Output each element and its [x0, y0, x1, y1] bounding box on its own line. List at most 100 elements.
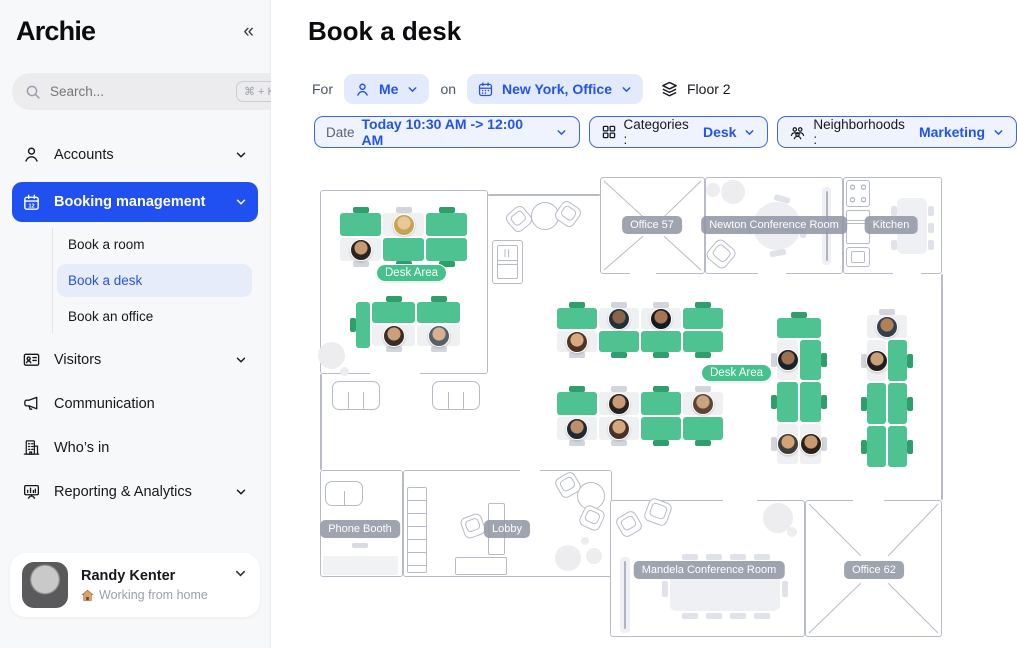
ghost-furniture [340, 367, 349, 376]
floor-plan: Desk AreaDesk AreaOffice 57Newton Confer… [310, 170, 960, 646]
floor-selector[interactable]: Floor 2 [660, 80, 731, 99]
ghost-furniture [586, 548, 602, 564]
desk-available[interactable] [340, 213, 381, 236]
chevron-down-icon [406, 83, 419, 96]
desk-available[interactable] [372, 302, 415, 323]
desk-available[interactable] [683, 417, 723, 440]
collapse-sidebar-icon[interactable]: « [243, 21, 254, 43]
sidebar-item-label: Visitors [54, 352, 101, 368]
for-me-dropdown[interactable]: Me [344, 74, 429, 104]
desk-available[interactable] [356, 302, 370, 348]
sidebar-item-booking-management[interactable]: 12 Booking management [12, 182, 258, 222]
calendar-icon [477, 81, 494, 98]
desk-occupied[interactable] [867, 340, 886, 381]
neighborhoods-filter[interactable]: Neighborhoods : Marketing [777, 116, 1017, 148]
desk-occupied[interactable] [777, 340, 798, 380]
ghost-furniture [318, 342, 345, 369]
sidebar-subitem-book-a-desk[interactable]: Book a desk [57, 264, 252, 297]
room-label: Kitchen [865, 216, 918, 234]
building-icon [22, 438, 41, 457]
sidebar-item-visitors[interactable]: Visitors [12, 343, 258, 376]
main-content: Book a desk For Me on New York, Office [271, 0, 1017, 648]
desk-occupied[interactable] [777, 424, 798, 464]
desk-available[interactable] [641, 331, 681, 352]
wall-segment [320, 374, 322, 470]
cabinet-furniture [492, 240, 523, 284]
desk-occupied[interactable] [340, 238, 381, 261]
sidebar-item-label: Booking management [54, 194, 205, 210]
desk-available[interactable] [557, 392, 597, 415]
search-field[interactable] [50, 84, 227, 99]
booking-controls: For Me on New York, Office Flo [312, 74, 731, 104]
sidebar-item-reporting-analytics[interactable]: Reporting & Analytics [12, 475, 258, 508]
desk-avatar [608, 308, 630, 330]
sink-furniture [846, 247, 870, 267]
desk-available[interactable] [777, 382, 798, 422]
desk-occupied[interactable] [599, 417, 639, 440]
chevron-down-icon [743, 126, 756, 139]
search-icon [25, 84, 41, 100]
seat-tab [706, 554, 722, 560]
categories-filter[interactable]: Categories : Desk [589, 116, 769, 148]
desk-occupied[interactable] [683, 392, 723, 415]
desk-available[interactable] [683, 331, 723, 352]
desk-occupied[interactable] [599, 392, 639, 415]
seat-tab [754, 613, 770, 619]
desk-avatar [608, 393, 630, 415]
room-label: Office 57 [622, 216, 682, 234]
desk-available[interactable] [557, 308, 597, 329]
desk-available[interactable] [800, 382, 821, 422]
desk-available[interactable] [800, 340, 821, 380]
sidebar-nav: Accounts 12 Booking management Book a ro… [0, 138, 270, 508]
sidebar-item-label: Who’s in [54, 440, 109, 456]
desk-occupied[interactable] [800, 424, 821, 464]
search-input[interactable]: ⌘ + K [12, 73, 292, 110]
sidebar-item-label: Reporting & Analytics [54, 484, 192, 500]
desk-available[interactable] [417, 302, 460, 323]
on-label: on [440, 81, 456, 97]
desk-avatar [866, 350, 888, 372]
location-dropdown[interactable]: New York, Office [467, 74, 643, 104]
desk-available[interactable] [426, 238, 467, 261]
ghost-furniture [787, 527, 797, 537]
chevron-down-icon [234, 353, 248, 367]
sofa-furniture [332, 381, 380, 410]
date-filter[interactable]: Date Today 10:30 AM -> 12:00 AM [314, 116, 580, 148]
sidebar-subitem-book-an-office[interactable]: Book an office [57, 300, 252, 333]
desk-available[interactable] [777, 318, 821, 338]
sidebar-subitem-book-a-room[interactable]: Book a room [57, 228, 252, 261]
ghost-furniture [581, 537, 589, 545]
desk-available[interactable] [426, 213, 467, 236]
filter-bar: Date Today 10:30 AM -> 12:00 AM Categori… [314, 116, 1017, 148]
desk-available[interactable] [599, 331, 639, 352]
desk-available[interactable] [683, 308, 723, 329]
ghost-furniture [721, 180, 745, 204]
desk-available[interactable] [888, 340, 907, 381]
desk-occupied[interactable] [599, 308, 639, 329]
seat-tab [928, 223, 934, 233]
desk-occupied[interactable] [557, 331, 597, 352]
location-value: New York, Office [502, 81, 612, 97]
sidebar-item-accounts[interactable]: Accounts [12, 138, 258, 171]
user-profile-card[interactable]: Randy Kenter Working from home [10, 553, 260, 617]
desk-available[interactable] [383, 238, 424, 261]
desk-occupied[interactable] [641, 308, 681, 329]
seat-tab [730, 613, 746, 619]
desk-occupied[interactable] [372, 325, 415, 346]
desk-available[interactable] [867, 383, 886, 424]
desk-available[interactable] [888, 383, 907, 424]
sidebar-item-whos-in[interactable]: Who’s in [12, 431, 258, 464]
desk-available[interactable] [888, 426, 907, 467]
desk-available[interactable] [867, 426, 886, 467]
chevron-down-icon[interactable] [233, 566, 248, 586]
desk-available[interactable] [641, 417, 681, 440]
desk-avatar [800, 433, 822, 455]
desk-available[interactable] [641, 392, 681, 415]
room-label: Office 62 [844, 561, 904, 579]
desk-occupied[interactable] [557, 417, 597, 440]
desk-avatar [777, 433, 799, 455]
desk-occupied[interactable] [867, 315, 907, 338]
desk-occupied[interactable] [383, 213, 424, 236]
desk-occupied[interactable] [417, 325, 460, 346]
sidebar-item-communication[interactable]: Communication [12, 387, 258, 420]
